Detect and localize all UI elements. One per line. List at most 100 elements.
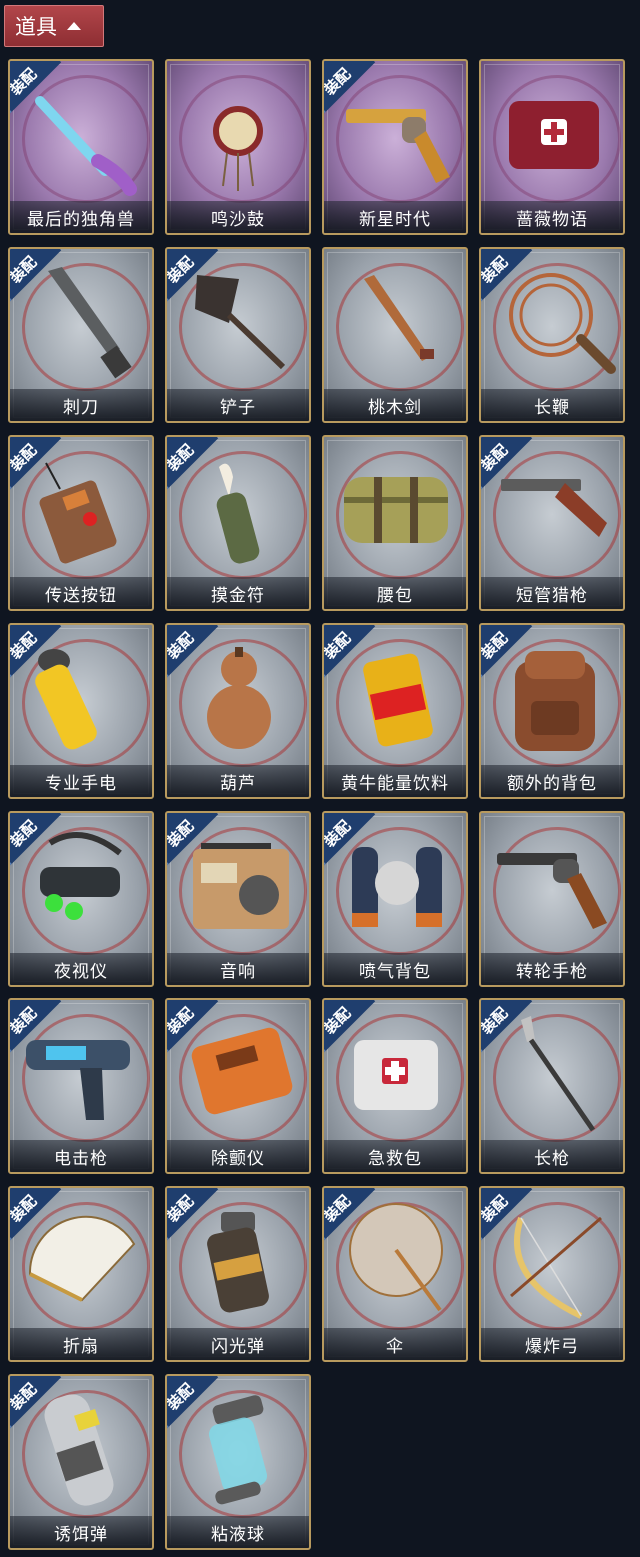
item-name: 粘液球 bbox=[167, 1516, 309, 1548]
equipped-badge: 装配 bbox=[324, 1188, 382, 1246]
item-card[interactable]: 腰包 bbox=[322, 435, 468, 611]
equipped-badge-label: 装配 bbox=[8, 252, 41, 287]
item-card[interactable]: 折扇 装配 bbox=[8, 1186, 154, 1362]
item-card[interactable]: 音响 装配 bbox=[165, 811, 311, 987]
equipped-badge-label: 装配 bbox=[8, 816, 41, 851]
item-name: 蔷薇物语 bbox=[481, 201, 623, 233]
item-card[interactable]: 喷气背包 装配 bbox=[322, 811, 468, 987]
equipped-badge: 装配 bbox=[8, 813, 68, 871]
item-card[interactable]: 摸金符 装配 bbox=[165, 435, 311, 611]
equipped-badge-label: 装配 bbox=[322, 1003, 355, 1038]
equipped-badge-label: 装配 bbox=[8, 64, 41, 99]
equipped-badge-label: 装配 bbox=[165, 1191, 198, 1226]
item-card[interactable]: 黄牛能量饮料 装配 bbox=[322, 623, 468, 799]
equipped-badge: 装配 bbox=[165, 813, 225, 871]
equipped-badge-label: 装配 bbox=[165, 1003, 198, 1038]
item-card[interactable]: 长鞭 装配 bbox=[479, 247, 625, 423]
equipped-badge-label: 装配 bbox=[8, 628, 41, 663]
item-name: 短管猎枪 bbox=[481, 577, 623, 609]
item-card[interactable]: 粘液球 装配 bbox=[165, 1374, 311, 1550]
equipped-badge-label: 装配 bbox=[165, 1379, 198, 1414]
item-name: 闪光弹 bbox=[167, 1328, 309, 1360]
equipped-badge: 装配 bbox=[479, 1000, 539, 1058]
item-card[interactable]: 额外的背包 装配 bbox=[479, 623, 625, 799]
item-name: 桃木剑 bbox=[324, 389, 466, 421]
equipped-badge: 装配 bbox=[165, 1000, 225, 1058]
equipped-badge-label: 装配 bbox=[322, 64, 355, 99]
item-name: 转轮手枪 bbox=[481, 953, 623, 985]
item-card[interactable]: 电击枪 装配 bbox=[8, 998, 154, 1174]
items-category-tab[interactable]: 道具 bbox=[4, 5, 104, 47]
equipped-badge-label: 装配 bbox=[479, 252, 512, 287]
item-name: 急救包 bbox=[324, 1140, 466, 1172]
item-card[interactable]: 葫芦 装配 bbox=[165, 623, 311, 799]
equipped-badge-label: 装配 bbox=[479, 440, 512, 475]
item-card[interactable]: 长枪 装配 bbox=[479, 998, 625, 1174]
equipped-badge: 装配 bbox=[8, 1376, 68, 1434]
equipped-badge: 装配 bbox=[10, 1188, 68, 1246]
equipped-badge: 装配 bbox=[479, 437, 539, 495]
item-name: 黄牛能量饮料 bbox=[324, 765, 466, 797]
waist-bag-icon bbox=[344, 477, 448, 543]
equipped-badge-label: 装配 bbox=[165, 440, 198, 475]
equipped-badge: 装配 bbox=[165, 1376, 225, 1434]
equipped-badge-label: 装配 bbox=[165, 252, 198, 287]
item-card[interactable]: 闪光弹 装配 bbox=[165, 1186, 311, 1362]
item-card[interactable]: 传送按钮 装配 bbox=[8, 435, 154, 611]
item-name: 诱饵弹 bbox=[10, 1516, 152, 1548]
equipped-badge: 装配 bbox=[481, 625, 539, 683]
equipped-badge-label: 装配 bbox=[479, 1191, 512, 1226]
equipped-badge: 装配 bbox=[165, 1188, 225, 1246]
item-name: 额外的背包 bbox=[481, 765, 623, 797]
item-card[interactable]: 爆炸弓 装配 bbox=[479, 1186, 625, 1362]
chevron-up-icon bbox=[67, 22, 81, 30]
equipped-badge: 装配 bbox=[165, 437, 225, 495]
item-card[interactable]: 新星时代 装配 bbox=[322, 59, 468, 235]
revolver-icon bbox=[497, 853, 607, 929]
item-card[interactable]: 刺刀 装配 bbox=[8, 247, 154, 423]
item-name: 喷气背包 bbox=[324, 953, 466, 985]
equipped-badge-label: 装配 bbox=[8, 1379, 41, 1414]
item-card[interactable]: 夜视仪 装配 bbox=[8, 811, 154, 987]
rose-medkit-icon bbox=[509, 101, 599, 169]
item-name: 新星时代 bbox=[324, 201, 466, 233]
item-card[interactable]: 转轮手枪 bbox=[479, 811, 625, 987]
sand-drum-icon bbox=[213, 106, 263, 191]
category-title: 道具 bbox=[15, 15, 57, 39]
item-card[interactable]: 急救包 装配 bbox=[322, 998, 468, 1174]
equipped-badge: 装配 bbox=[165, 625, 225, 683]
item-name: 长鞭 bbox=[481, 389, 623, 421]
item-name: 爆炸弓 bbox=[481, 1328, 623, 1360]
equipped-badge-label: 装配 bbox=[165, 628, 198, 663]
equipped-badge-label: 装配 bbox=[322, 816, 355, 851]
item-card[interactable]: 最后的独角兽 装配 bbox=[8, 59, 154, 235]
equipped-badge-label: 装配 bbox=[479, 1003, 512, 1038]
item-name: 除颤仪 bbox=[167, 1140, 309, 1172]
item-name: 刺刀 bbox=[10, 389, 152, 421]
item-name: 伞 bbox=[324, 1328, 466, 1360]
item-name: 鸣沙鼓 bbox=[167, 201, 309, 233]
equipped-badge: 装配 bbox=[322, 61, 382, 119]
equipped-badge: 装配 bbox=[479, 249, 539, 307]
item-name: 传送按钮 bbox=[10, 577, 152, 609]
equipped-badge: 装配 bbox=[8, 61, 68, 119]
equipped-badge: 装配 bbox=[8, 249, 68, 307]
item-card[interactable]: 诱饵弹 装配 bbox=[8, 1374, 154, 1550]
equipped-badge: 装配 bbox=[479, 1188, 539, 1246]
item-name: 折扇 bbox=[10, 1328, 152, 1360]
item-name: 长枪 bbox=[481, 1140, 623, 1172]
equipped-badge: 装配 bbox=[165, 249, 225, 307]
equipped-badge: 装配 bbox=[8, 625, 68, 683]
item-card[interactable]: 除颤仪 装配 bbox=[165, 998, 311, 1174]
item-card[interactable]: 鸣沙鼓 bbox=[165, 59, 311, 235]
item-card[interactable]: 桃木剑 bbox=[322, 247, 468, 423]
item-card[interactable]: 蔷薇物语 bbox=[479, 59, 625, 235]
item-card[interactable]: 铲子 装配 bbox=[165, 247, 311, 423]
item-card[interactable]: 伞装配 bbox=[322, 1186, 468, 1362]
item-card[interactable]: 短管猎枪 装配 bbox=[479, 435, 625, 611]
item-name: 葫芦 bbox=[167, 765, 309, 797]
item-name: 音响 bbox=[167, 953, 309, 985]
item-name: 腰包 bbox=[324, 577, 466, 609]
item-card[interactable]: 专业手电 装配 bbox=[8, 623, 154, 799]
equipped-badge-label: 装配 bbox=[165, 816, 198, 851]
